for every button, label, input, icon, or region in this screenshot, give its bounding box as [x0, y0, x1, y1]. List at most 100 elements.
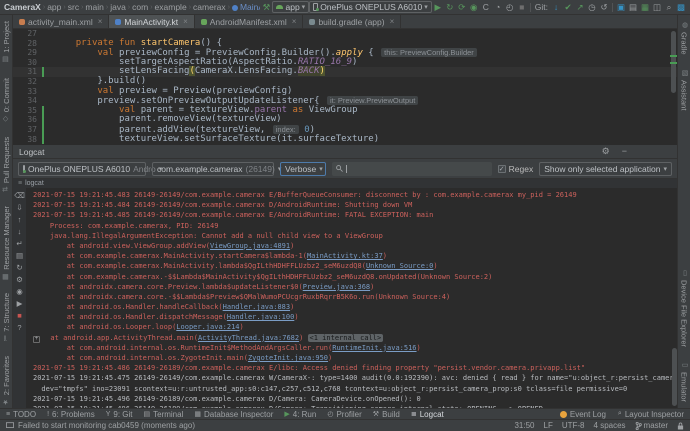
close-icon[interactable]: ×	[390, 17, 395, 26]
breadcrumb-class-item[interactable]: MainActivity	[231, 2, 261, 12]
stop-record-button[interactable]: ■	[17, 311, 22, 320]
internal-calls-chip[interactable]: <1 internal call>	[308, 334, 384, 342]
logcat-process-select[interactable]: com.example.camerax (26149) ▾	[152, 162, 274, 176]
breadcrumb-item[interactable]: camerax	[192, 2, 227, 12]
profile-button[interactable]: ◔	[492, 2, 504, 13]
tool-window-button-7-structure[interactable]: ≔7: Structure	[2, 293, 11, 342]
stacktrace-link[interactable]: Unknown Source:0	[366, 262, 433, 270]
help-button[interactable]: ?	[17, 323, 21, 332]
close-icon[interactable]: ×	[183, 17, 188, 26]
stacktrace-link[interactable]: ZygoteInit.java:950	[248, 354, 328, 362]
tool-window-button-resource-manager[interactable]: ▦Resource Manager	[2, 206, 11, 281]
tool-window-button-git[interactable]: Y9: Git	[106, 410, 133, 419]
code-with-me-button[interactable]: ▩	[675, 2, 687, 13]
editor-tab[interactable]: MainActivity.kt×	[109, 15, 194, 28]
editor-tab[interactable]: AndroidManifest.xml×	[195, 15, 304, 28]
stop-button[interactable]: ■	[516, 2, 528, 13]
indent-setting[interactable]: 4 spaces	[594, 421, 626, 430]
history-button[interactable]: ◷	[586, 2, 598, 13]
stacktrace-link[interactable]: Handler.java:100	[227, 313, 294, 321]
logcat-content-tab[interactable]: ≡ logcat	[13, 179, 677, 188]
tool-window-button-device-file-explorer[interactable]: ▯Device File Explorer	[680, 269, 689, 347]
stacktrace-link[interactable]: ActivityThread.java:7682	[198, 334, 299, 342]
minimize-icon[interactable]: −	[622, 146, 627, 157]
sdk-manager-button[interactable]: ▤	[627, 2, 639, 13]
tool-window-button-gradle[interactable]: ◍Gradle	[680, 21, 689, 55]
tool-window-button-layout-inspector[interactable]: ⌕Layout Inspector	[618, 410, 684, 419]
commit-button[interactable]: ✔	[562, 2, 574, 13]
avd-manager-button[interactable]: ▦	[639, 2, 651, 13]
regex-checkbox[interactable]: ✓ Regex	[498, 164, 534, 174]
caret-position[interactable]: 31:50	[514, 421, 534, 430]
apply-code-changes-button[interactable]: ⟳	[456, 2, 468, 13]
apply-changes-button[interactable]: ↻	[444, 2, 456, 13]
tool-window-button-logcat[interactable]: ≣Logcat	[411, 410, 444, 419]
fold-expand-icon[interactable]: +	[33, 336, 40, 343]
breadcrumb-item[interactable]: app	[46, 2, 62, 12]
stacktrace-link[interactable]: Looper.java:214	[176, 323, 239, 331]
device-manager-button[interactable]: ▣	[615, 2, 627, 13]
tool-window-button-1-project[interactable]: ▤1: Project	[2, 21, 11, 64]
tool-window-button-profiler[interactable]: ◴Profiler	[327, 410, 361, 419]
tool-window-button-run[interactable]: ▶4: Run	[284, 410, 316, 419]
search-everywhere-button[interactable]: ⌕	[663, 2, 675, 13]
tool-window-button-emulator[interactable]: ▭Emulator	[680, 361, 689, 402]
status-message[interactable]: Failed to start monitoring cab0459 (mome…	[18, 421, 195, 430]
run-button[interactable]: ▶	[432, 2, 444, 13]
soft-wrap-button[interactable]: ↵	[16, 239, 22, 248]
stacktrace-link[interactable]: RuntimeInit.java:516	[332, 344, 416, 352]
push-button[interactable]: ↗	[574, 2, 586, 13]
code-editor[interactable]: 2728 private fun startCamera() {29 val p…	[13, 29, 677, 145]
logcat-device-select[interactable]: OnePlus ONEPLUS A6010 Andro ▾	[18, 162, 146, 176]
tool-window-button-assistant[interactable]: ▧Assistant	[680, 69, 689, 110]
stacktrace-link[interactable]: ViewGroup.java:4891	[210, 242, 290, 250]
tool-window-button-database-inspector[interactable]: ▦Database Inspector	[194, 410, 273, 419]
logcat-output[interactable]: 2021-07-15 19:21:45.483 26149-26149/com.…	[26, 188, 677, 408]
attach-debugger-button[interactable]: C	[480, 2, 492, 13]
tool-window-button-terminal[interactable]: ▤Terminal	[144, 410, 184, 419]
stacktrace-link[interactable]: MainActivity.kt:37	[307, 252, 383, 260]
breadcrumb-item[interactable]: src	[67, 2, 80, 12]
gear-icon[interactable]: ⚙	[602, 146, 610, 157]
up-stack-trace-button[interactable]: ↑	[18, 215, 22, 224]
tool-window-button-event-log[interactable]: Event Log	[560, 410, 606, 419]
screen-record-button[interactable]: ▶	[17, 299, 23, 308]
tool-window-button-0-commit[interactable]: ◇0: Commit	[2, 78, 11, 123]
logcat-scrollbar-thumb[interactable]	[672, 348, 677, 406]
rollback-button[interactable]: ↺	[598, 2, 610, 13]
tool-window-button-problems[interactable]: !6: Problems	[47, 410, 95, 419]
device-select[interactable]: OnePlus ONEPLUS A6010 ▾	[309, 1, 432, 13]
tool-window-button-pull-requests[interactable]: ⇅Pull Requests	[2, 137, 11, 192]
down-stack-trace-button[interactable]: ↓	[18, 227, 22, 236]
print-button[interactable]: ▤	[16, 251, 23, 260]
logcat-settings-button[interactable]: ⚙	[16, 275, 23, 284]
scroll-to-end-button[interactable]: ⇩	[16, 203, 22, 212]
debug-button[interactable]: ◉	[468, 2, 480, 13]
breadcrumb-item[interactable]: com	[131, 2, 149, 12]
logcat-title[interactable]: Logcat	[19, 147, 45, 157]
close-icon[interactable]: ×	[292, 17, 297, 26]
profiler-button[interactable]: ◴	[504, 2, 516, 13]
breadcrumb-item[interactable]: main	[84, 2, 104, 12]
editor-tab[interactable]: activity_main.xml×	[13, 15, 109, 28]
lock-icon[interactable]	[677, 422, 684, 430]
editor-tab[interactable]: build.gradle (app)×	[303, 15, 401, 28]
breadcrumb-item[interactable]: CameraX	[3, 2, 42, 12]
stacktrace-link[interactable]: Preview.java:368	[303, 283, 370, 291]
close-icon[interactable]: ×	[98, 17, 103, 26]
run-config-select[interactable]: app ▾	[272, 1, 309, 13]
screenshot-button[interactable]: ◉	[16, 287, 23, 296]
attach-device-button[interactable]: ◫	[651, 2, 663, 13]
build-hammer-icon[interactable]: ⚒	[260, 2, 272, 13]
file-encoding[interactable]: UTF-8	[562, 421, 585, 430]
git-branch-widget[interactable]: master	[635, 421, 668, 430]
breadcrumb-item[interactable]: example	[154, 2, 188, 12]
editor-scrollbar[interactable]	[670, 29, 677, 145]
logcat-search-input[interactable]	[332, 162, 492, 176]
log-level-select[interactable]: Verbose ▾	[280, 162, 326, 176]
update-project-button[interactable]: ↓	[550, 2, 562, 13]
tool-window-button-build[interactable]: ⚒Build	[373, 410, 400, 419]
line-ending[interactable]: LF	[544, 421, 553, 430]
breadcrumb-item[interactable]: java	[109, 2, 127, 12]
clear-logcat-button[interactable]: ⌫	[14, 191, 25, 200]
